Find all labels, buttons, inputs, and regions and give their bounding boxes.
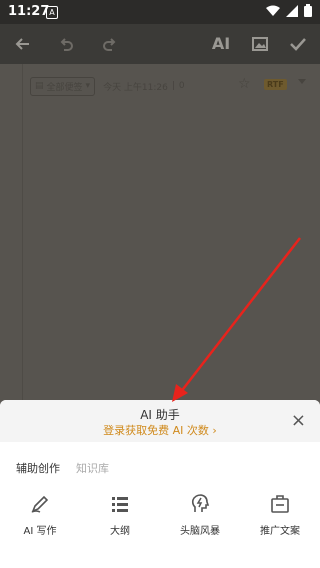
chevron-down-icon: ▾ xyxy=(85,81,91,91)
undo-icon[interactable] xyxy=(54,32,78,56)
promo-copy-icon xyxy=(245,492,315,516)
editor-margin-line xyxy=(22,64,23,400)
note-meta: ▤ 全部便签 ▾ 今天 上午11:26 | 0 xyxy=(30,76,185,96)
battery-icon xyxy=(304,4,312,17)
login-free-ai-link[interactable]: 登录获取免费 AI 次数 › xyxy=(0,422,320,438)
notebook-icon: ▤ xyxy=(35,81,44,91)
image-icon[interactable] xyxy=(248,32,272,56)
wifi-icon xyxy=(266,5,280,16)
toolbar: AI xyxy=(0,24,320,64)
tool-label: AI 写作 xyxy=(23,526,57,537)
close-icon[interactable]: × xyxy=(291,412,306,430)
tool-label: 推广文案 xyxy=(260,526,300,537)
tool-promo-copy[interactable]: 推广文案 xyxy=(245,492,315,537)
signal-icon xyxy=(286,4,298,17)
sheet-title: AI 助手 xyxy=(140,408,180,422)
check-icon[interactable] xyxy=(286,32,310,56)
back-arrow-icon[interactable] xyxy=(10,32,34,56)
ai-assistant-sheet: AI 助手 登录获取免费 AI 次数 › × 辅助创作 知识库 AI 写作 大纲… xyxy=(0,400,320,568)
tab-assist-writing[interactable]: 辅助创作 xyxy=(16,460,60,476)
tool-ai-writing[interactable]: AI 写作 xyxy=(5,492,75,537)
char-count: 0 xyxy=(178,81,185,91)
tool-brainstorm[interactable]: 头脑风暴 xyxy=(165,492,235,537)
note-timestamp: 今天 上午11:26 xyxy=(103,82,168,93)
redo-icon[interactable] xyxy=(98,32,122,56)
ai-icon[interactable]: AI xyxy=(208,32,234,56)
note-editor[interactable] xyxy=(0,64,320,400)
login-link-label: 登录获取免费 AI 次数 xyxy=(103,424,209,437)
meta-separator: | xyxy=(171,81,175,91)
status-icons xyxy=(266,4,312,17)
tool-outline[interactable]: 大纲 xyxy=(85,492,155,537)
notification-icon: A xyxy=(46,6,58,19)
assistant-tabs: 辅助创作 知识库 xyxy=(16,460,109,476)
tool-label: 大纲 xyxy=(110,526,130,537)
notebook-selector[interactable]: ▤ 全部便签 ▾ xyxy=(30,76,96,96)
status-time: 11:27 xyxy=(8,4,50,19)
star-icon[interactable]: ☆ xyxy=(238,76,251,92)
assistant-tools: AI 写作 大纲 头脑风暴 推广文案 xyxy=(0,492,320,537)
format-badge[interactable]: RTF xyxy=(264,79,287,90)
status-bar: 11:27 A xyxy=(0,0,320,24)
brainstorm-icon xyxy=(165,492,235,516)
tab-knowledge-base[interactable]: 知识库 xyxy=(76,460,109,476)
chevron-right-icon: › xyxy=(212,424,217,437)
notebook-label: 全部便签 xyxy=(46,82,83,93)
tool-label: 头脑风暴 xyxy=(180,526,220,537)
sheet-header: AI 助手 登录获取免费 AI 次数 › × xyxy=(0,400,320,442)
outline-list-icon xyxy=(85,492,155,516)
pen-icon xyxy=(5,492,75,516)
format-dropdown-icon[interactable] xyxy=(298,79,306,84)
